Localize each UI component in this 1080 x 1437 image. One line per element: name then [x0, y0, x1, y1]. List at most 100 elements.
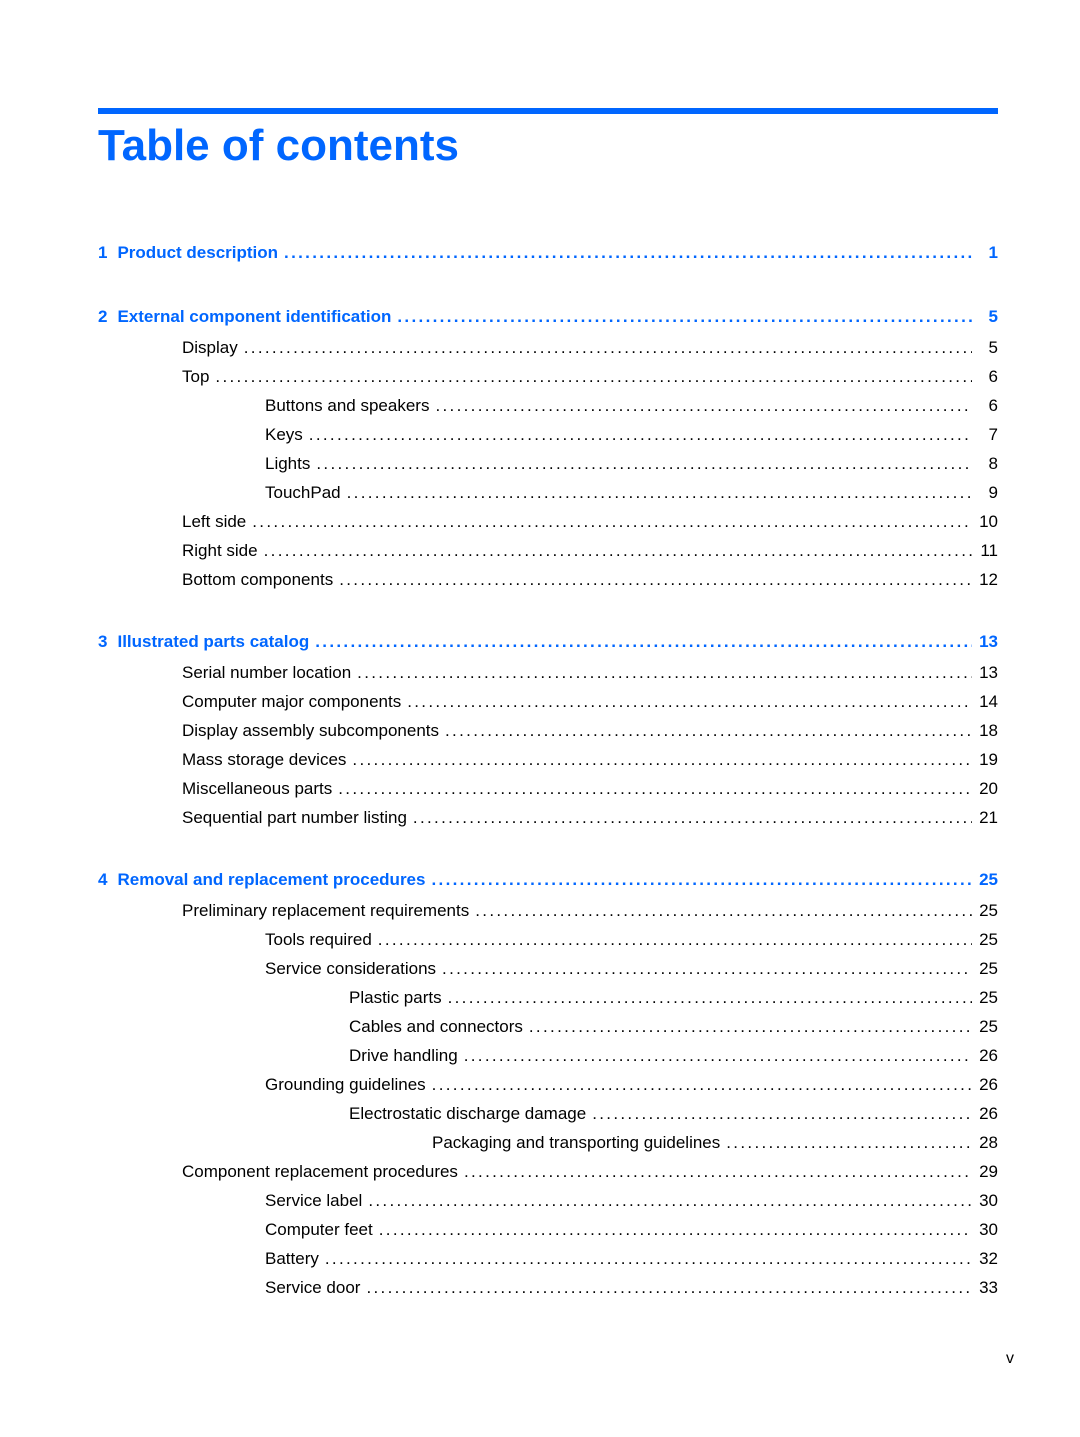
dot-leader — [316, 452, 972, 476]
dot-leader — [284, 241, 972, 265]
dot-leader — [325, 1247, 972, 1271]
entry-label: Service considerations — [265, 959, 437, 978]
toc-chapter-entry[interactable]: 2 External component identification 5 — [98, 305, 998, 329]
toc-entry[interactable]: Mass storage devices 19 — [98, 748, 998, 772]
dot-leader — [448, 986, 972, 1010]
dot-leader — [397, 305, 972, 329]
toc-entry[interactable]: Service considerations 25 — [98, 957, 998, 981]
toc-entry[interactable]: Top 6 — [98, 365, 998, 389]
dot-leader — [309, 423, 972, 447]
toc-chapter-entry[interactable]: 4 Removal and replacement procedures 25 — [98, 868, 998, 892]
toc-entry[interactable]: Display assembly subcomponents 18 — [98, 719, 998, 743]
toc-entry[interactable]: Packaging and transporting guidelines 28 — [98, 1131, 998, 1155]
toc-entry[interactable]: Preliminary replacement requirements 25 — [98, 899, 998, 923]
entry-label: Electrostatic discharge damage — [349, 1104, 587, 1123]
entry-label: Right side — [182, 541, 258, 560]
dot-leader — [442, 957, 972, 981]
toc-entry[interactable]: TouchPad 9 — [98, 481, 998, 505]
toc-entry[interactable]: Battery 32 — [98, 1247, 998, 1271]
toc-entry[interactable]: Component replacement procedures 29 — [98, 1160, 998, 1184]
entry-page-number: 25 — [979, 870, 998, 889]
dot-leader — [379, 1218, 972, 1242]
dot-leader — [529, 1015, 972, 1039]
entry-label: Serial number location — [182, 663, 352, 682]
toc-entry[interactable]: Computer feet 30 — [98, 1218, 998, 1242]
dot-leader — [445, 719, 972, 743]
toc-chapter-entry[interactable]: 1 Product description 1 — [98, 241, 998, 265]
entry-label: Service label — [265, 1191, 363, 1210]
entry-page-number: 6 — [988, 396, 998, 415]
chapter-number: 1 — [98, 243, 108, 262]
toc-entry[interactable]: Grounding guidelines 26 — [98, 1073, 998, 1097]
entry-label: Top — [182, 367, 210, 386]
entry-label: Battery — [265, 1249, 319, 1268]
toc-entry[interactable]: Cables and connectors 25 — [98, 1015, 998, 1039]
entry-page-number: 14 — [979, 692, 998, 711]
toc-entry[interactable]: Service label 30 — [98, 1189, 998, 1213]
dot-leader — [215, 365, 972, 389]
entry-label: Service door — [265, 1278, 361, 1297]
toc-entry[interactable]: Buttons and speakers 6 — [98, 394, 998, 418]
entry-page-number: 19 — [979, 750, 998, 769]
entry-label: TouchPad — [265, 483, 341, 502]
dot-leader — [432, 1073, 972, 1097]
toc-entry[interactable]: Service door 33 — [98, 1276, 998, 1300]
toc-entry[interactable]: Lights 8 — [98, 452, 998, 476]
entry-page-number: 26 — [979, 1046, 998, 1065]
entry-label: Cables and connectors — [349, 1017, 523, 1036]
page-title: Table of contents — [98, 121, 459, 170]
entry-page-number: 30 — [979, 1191, 998, 1210]
entry-page-number: 1 — [988, 243, 998, 262]
title-rule — [98, 108, 998, 114]
dot-leader — [315, 630, 972, 654]
entry-page-number: 8 — [988, 454, 998, 473]
toc-entry[interactable]: Tools required 25 — [98, 928, 998, 952]
entry-label: Bottom components — [182, 570, 334, 589]
toc-entry[interactable]: Plastic parts 25 — [98, 986, 998, 1010]
entry-label: Removal and replacement procedures — [117, 870, 426, 889]
dot-leader — [431, 868, 972, 892]
dot-leader — [339, 568, 972, 592]
toc-entry[interactable]: Display 5 — [98, 336, 998, 360]
entry-label: Sequential part number listing — [182, 808, 407, 827]
entry-page-number: 25 — [979, 988, 998, 1007]
entry-label: Component replacement procedures — [182, 1162, 458, 1181]
chapter-heading: 2 External component identification — [98, 305, 397, 329]
toc-entry[interactable]: Left side 10 — [98, 510, 998, 534]
entry-page-number: 10 — [979, 512, 998, 531]
entry-page-number: 28 — [979, 1133, 998, 1152]
toc-entry[interactable]: Miscellaneous parts 20 — [98, 777, 998, 801]
entry-page-number: 18 — [979, 721, 998, 740]
dot-leader — [244, 336, 972, 360]
entry-page-number: 32 — [979, 1249, 998, 1268]
dot-leader — [366, 1276, 972, 1300]
entry-label: Drive handling — [349, 1046, 458, 1065]
toc-entry[interactable]: Bottom components 12 — [98, 568, 998, 592]
entry-page-number: 11 — [980, 541, 998, 560]
toc-entry[interactable]: Keys 7 — [98, 423, 998, 447]
toc-entry[interactable]: Electrostatic discharge damage 26 — [98, 1102, 998, 1126]
entry-label: Grounding guidelines — [265, 1075, 426, 1094]
entry-page-number: 12 — [979, 570, 998, 589]
chapter-heading: 1 Product description — [98, 241, 284, 265]
dot-leader — [264, 539, 972, 563]
toc-entry[interactable]: Sequential part number listing 21 — [98, 806, 998, 830]
toc-chapter-entry[interactable]: 3 Illustrated parts catalog 13 — [98, 630, 998, 654]
toc-entry[interactable]: Right side 11 — [98, 539, 998, 563]
toc-entry[interactable]: Serial number location 13 — [98, 661, 998, 685]
page-number: v — [1006, 1350, 1014, 1367]
entry-page-number: 25 — [979, 1017, 998, 1036]
chapter-number: 4 — [98, 870, 108, 889]
dot-leader — [475, 899, 972, 923]
entry-page-number: 25 — [979, 930, 998, 949]
dot-leader — [407, 690, 972, 714]
entry-page-number: 26 — [979, 1104, 998, 1123]
dot-leader — [435, 394, 972, 418]
toc-entry[interactable]: Drive handling 26 — [98, 1044, 998, 1068]
dot-leader — [726, 1131, 972, 1155]
entry-page-number: 30 — [979, 1220, 998, 1239]
toc-entry[interactable]: Computer major components 14 — [98, 690, 998, 714]
entry-label: Lights — [265, 454, 311, 473]
entry-label: External component identification — [117, 307, 392, 326]
entry-label: Display — [182, 338, 238, 357]
